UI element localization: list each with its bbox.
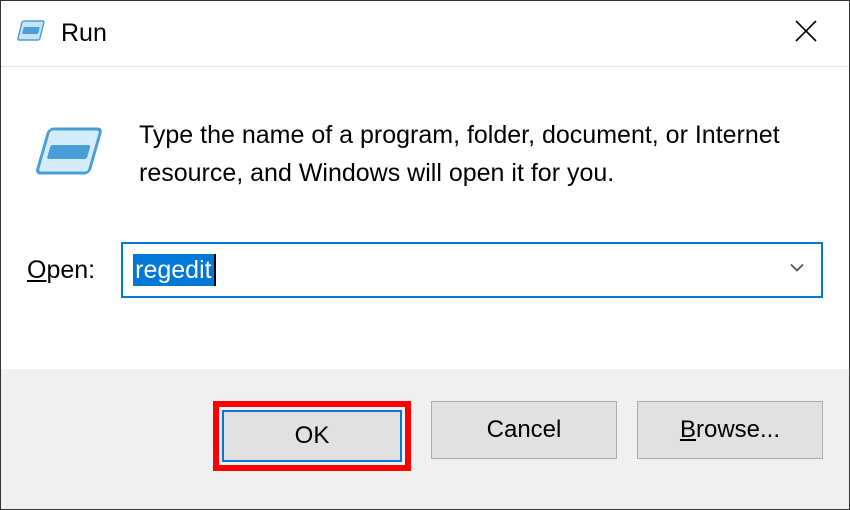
- run-dialog: Run Type the name of a progr: [0, 0, 850, 510]
- browse-rest: rowse...: [696, 416, 780, 444]
- open-row: Open: regedit: [27, 242, 823, 298]
- ok-highlight: OK: [213, 401, 411, 471]
- titlebar: Run: [1, 1, 849, 67]
- content: Type the name of a program, folder, docu…: [1, 67, 849, 509]
- window-title: Run: [61, 19, 107, 48]
- close-icon[interactable]: [783, 14, 829, 53]
- description-row: Type the name of a program, folder, docu…: [27, 117, 823, 192]
- ok-button[interactable]: OK: [222, 410, 402, 462]
- open-label-rest: pen:: [46, 256, 95, 284]
- title-left: Run: [17, 18, 107, 49]
- chevron-down-icon[interactable]: [787, 258, 807, 283]
- cancel-button[interactable]: Cancel: [431, 401, 617, 459]
- button-bar: OK Cancel Browse...: [1, 369, 849, 509]
- open-label-hotkey: O: [27, 256, 46, 284]
- open-label: Open:: [27, 256, 95, 285]
- run-icon: [35, 123, 109, 188]
- open-combobox[interactable]: regedit: [121, 242, 823, 298]
- browse-hotkey: B: [680, 416, 696, 444]
- description-text: Type the name of a program, folder, docu…: [139, 117, 823, 192]
- run-icon: [17, 18, 47, 49]
- open-input-value[interactable]: regedit: [133, 254, 213, 287]
- browse-button[interactable]: Browse...: [637, 401, 823, 459]
- body-area: Type the name of a program, folder, docu…: [1, 67, 849, 369]
